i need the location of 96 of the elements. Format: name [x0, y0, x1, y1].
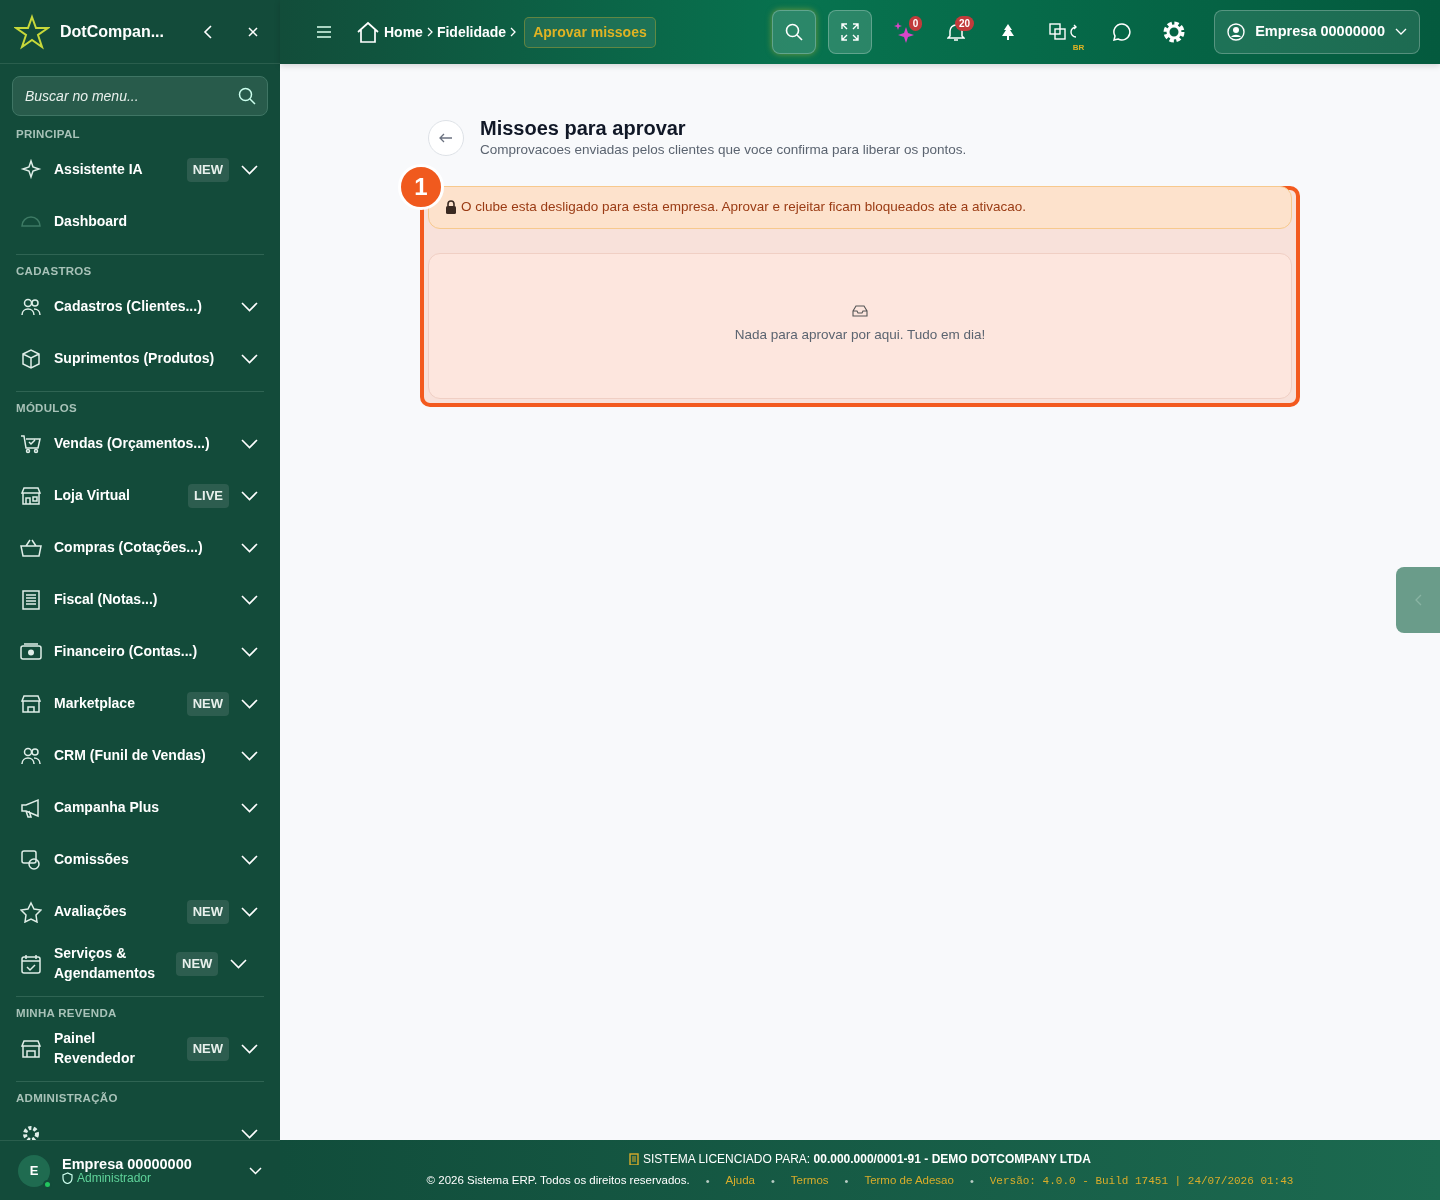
fullscreen-button[interactable] [828, 10, 873, 54]
search-icon [238, 87, 256, 105]
side-panel-handle[interactable] [1396, 567, 1440, 633]
alert-message: O clube esta desligado para esta empresa. Aprovar e rejeitar ficam bloqueados ate a ativacao. [461, 198, 1027, 217]
user-name: Empresa 00000000 [62, 1157, 193, 1172]
account-dropdown[interactable]: Empresa 00000000 [1214, 10, 1420, 54]
collapse-sidebar-icon[interactable] [202, 24, 214, 39]
separator-dot: • [705, 1173, 710, 1189]
star-logo-icon [14, 13, 50, 50]
footer-link[interactable]: Termos [790, 1172, 829, 1190]
calendar-check-icon [20, 953, 42, 975]
breadcrumb-link[interactable]: Home [384, 21, 423, 43]
license-text: SISTEMA LICENCIADO PARA: 00.000.000/0001-91 - DEMO DOTCOMPANY LTDA [643, 1151, 1091, 1169]
sidebar-item[interactable]: Dashboard [0, 196, 280, 248]
section-heading: ADMINISTRAÇÃO [15, 1091, 119, 1106]
menu-badge: NEW [186, 1036, 229, 1062]
breadcrumb-link[interactable]: Fidelidade [436, 21, 507, 43]
section-heading: MÓDULOS [15, 401, 78, 416]
section-heading: CADASTROS [15, 264, 93, 279]
sidebar-item[interactable]: Comissões [0, 834, 280, 886]
users-icon [20, 296, 42, 318]
cart-icon [20, 433, 42, 455]
footer-link[interactable]: Termo de Adesao [864, 1172, 954, 1190]
chat-bubble-icon [1113, 23, 1132, 41]
page-subtitle: Comprovacoes enviadas pelos clientes que voce confirma para liberar os pontos. [480, 141, 967, 159]
menu-badge: NEW [186, 691, 229, 717]
sidebar-item[interactable]: Painel Revendedor NEW [0, 1023, 280, 1075]
chevron-right-icon [510, 27, 517, 37]
document-icon [20, 589, 42, 611]
user-role: Administrador [77, 1171, 152, 1184]
brand-name: DotCompan... [60, 21, 164, 42]
language-code: BR [1072, 42, 1085, 54]
separator-dot: • [770, 1173, 775, 1189]
chevron-down-icon [249, 1166, 262, 1175]
menu-badge: NEW [186, 157, 229, 183]
gear-icon [20, 1123, 42, 1140]
inbox-icon [852, 305, 868, 318]
menu-search-field[interactable]: Buscar no menu... [12, 76, 268, 116]
close-icon[interactable] [248, 26, 258, 37]
chevron-right-icon [426, 27, 433, 37]
annotation-marker: 1 [398, 164, 444, 211]
lock-icon [445, 200, 457, 215]
chevron-down-icon [1395, 28, 1407, 36]
sidebar-item[interactable]: Fiscal (Notas...) [0, 574, 280, 626]
box-icon [20, 348, 42, 370]
empty-message: Nada para aprovar por aqui. Tudo em dia! [734, 326, 986, 345]
storefront-icon [20, 693, 42, 715]
count-badge: 20 [955, 16, 975, 31]
star-icon [20, 901, 42, 923]
menu-badge: NEW [176, 951, 219, 977]
storefront-icon [20, 1038, 42, 1060]
back-button[interactable] [428, 120, 464, 156]
building-icon [629, 1153, 640, 1166]
expand-icon [841, 23, 860, 41]
notifications-button[interactable]: 20 [936, 12, 977, 52]
search-icon [785, 23, 804, 41]
page-title: Missoes para aprovar [480, 116, 687, 140]
storefront-icon [20, 485, 42, 507]
home-icon [356, 21, 380, 43]
copyright-text: © 2026 Sistema ERP. Todos os direitos reservados. [426, 1173, 690, 1189]
banknote-icon [20, 641, 42, 663]
sidebar-item[interactable]: Campanha Plus [0, 782, 280, 834]
tree-icon [1001, 23, 1016, 41]
version-text: Versão: 4.0.0 - Build 17451 | 24/07/2026 01:43 [989, 1173, 1294, 1189]
sidebar-item[interactable]: Compras (Cotações...) [0, 522, 280, 574]
arrow-left-icon [439, 133, 453, 143]
search-button[interactable] [772, 10, 817, 54]
section-heading: MINHA REVENDA [15, 1006, 118, 1021]
sidebar-item[interactable]: Financeiro (Contas...) [0, 626, 280, 678]
user-profile[interactable]: E Empresa 00000000 Administrador [0, 1140, 280, 1200]
section-heading: PRINCIPAL [15, 127, 81, 142]
menu-badge: LIVE [188, 483, 229, 509]
sparkle-icon [20, 159, 42, 181]
user-circle-icon [1227, 23, 1246, 41]
separator-dot: • [969, 1173, 974, 1189]
sidebar-item[interactable]: Avaliações NEW [0, 886, 280, 938]
footer-link[interactable]: Ajuda [725, 1172, 755, 1190]
users-icon [20, 745, 42, 767]
sidebar-item[interactable]: Vendas (Orçamentos...) [0, 418, 280, 470]
separator-dot: • [844, 1173, 849, 1189]
ai-sparkle-button[interactable]: 0 [884, 12, 925, 52]
sidebar-item[interactable]: Suprimentos (Produtos) [0, 333, 280, 385]
sidebar-item[interactable]: Cadastros (Clientes...) [0, 281, 280, 333]
user-avatar: E [18, 1154, 50, 1187]
sidebar-item[interactable]: CRM (Funil de Vendas) [0, 730, 280, 782]
sparkle-icon [893, 21, 916, 43]
count-badge: 0 [908, 16, 923, 31]
basket-icon [20, 537, 42, 559]
megaphone-icon [20, 797, 42, 819]
menu-icon[interactable] [316, 25, 332, 39]
chevron-left-icon [1414, 594, 1422, 606]
menu-badge: NEW [186, 899, 229, 925]
sidebar-item[interactable]: Loja Virtual LIVE [0, 470, 280, 522]
sidebar-item[interactable]: Serviços & Agendamentos NEW [0, 938, 280, 990]
sidebar-item[interactable]: Marketplace NEW [0, 678, 280, 730]
sidebar-item[interactable]: Assistente IA NEW [0, 144, 280, 196]
